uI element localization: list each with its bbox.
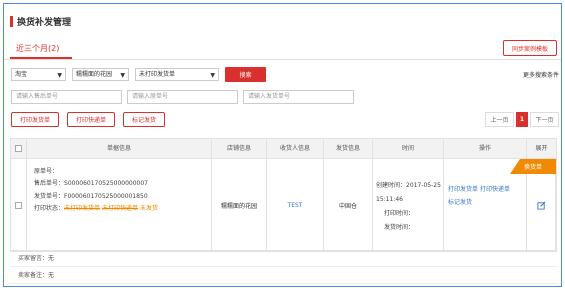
header-receiver-info: 收货人信息: [267, 139, 324, 159]
row-print-ship-link[interactable]: 打印发货单: [448, 186, 478, 193]
row-mark-shipped-link[interactable]: 标记发货: [448, 199, 472, 206]
next-page-button[interactable]: 下一页: [530, 112, 559, 127]
ship-time-line: 发货时间：: [376, 221, 443, 235]
op-line-2: 标记发货: [448, 196, 526, 209]
chevron-down-icon: ▼: [210, 72, 215, 79]
page-title: 换货补发管理: [17, 17, 72, 28]
row-select-cell: [11, 159, 27, 251]
prev-page-button[interactable]: 上一页: [485, 112, 514, 127]
ship-time-label: 发货时间：: [384, 224, 415, 231]
row-checkbox[interactable]: [15, 201, 22, 209]
header-expand: 展开: [535, 145, 548, 152]
platform-select-value: 淘宝: [15, 71, 28, 78]
print-status-label: 打印状态：: [34, 204, 65, 212]
header-ship-info: 发货信息: [324, 139, 373, 159]
print-time-line: 打印时间：: [376, 207, 443, 221]
print-express-button[interactable]: 打印快递单: [67, 112, 115, 127]
ship-no-value: F000060170525000001850: [64, 192, 148, 200]
ship-info-cell: 中国仓: [324, 159, 373, 251]
seller-remark: 卖家备注：无: [10, 267, 557, 284]
buyer-message-value: 无: [48, 255, 55, 262]
status-select-value: 未打印发货单: [139, 71, 176, 78]
after-sale-no-label: 售后单号：: [34, 180, 65, 188]
after-sale-no-value: S000060170525000000007: [64, 180, 148, 188]
search-button[interactable]: 搜索: [225, 67, 266, 82]
header-order-info: 单据信息: [27, 139, 212, 159]
ship-no-line: 发货单号：F000060170525000001850: [34, 191, 211, 203]
title-accent: [10, 15, 13, 27]
after-sale-no-input[interactable]: 请输入售后单号: [11, 90, 122, 104]
print-ship-order-button[interactable]: 打印发货单: [11, 112, 59, 127]
receiver-cell: TEST: [267, 159, 324, 251]
buyer-message-label: 买家留言：: [18, 255, 49, 262]
sync-template-button[interactable]: 同步案例模板: [503, 40, 557, 56]
chevron-down-icon: ▼: [57, 72, 62, 79]
tabs-row: 近三个月(2) 同步案例模板: [4, 34, 561, 60]
print-status-line: 打印状态：未打印发货单 未打印快递单 未发货: [34, 203, 211, 215]
current-page[interactable]: 1: [516, 112, 528, 127]
shop-select-value: 糯糯面的花园: [76, 71, 113, 78]
row-print-express-link[interactable]: 打印快递单: [480, 186, 510, 193]
tab-recent-three-months[interactable]: 近三个月(2): [10, 38, 72, 59]
original-no-input[interactable]: 请输入原单号: [127, 90, 238, 104]
header-time: 时间: [373, 139, 444, 159]
status-tag-unprinted-ship: 未打印发货单: [64, 204, 101, 212]
seller-remark-value: 无: [48, 272, 55, 279]
notes-section: 买家留言：无 卖家备注：无: [10, 250, 557, 284]
time-cell: 创建时间：2017-05-25 15:11:46 打印时间： 发货时间：: [373, 159, 444, 251]
edit-icon[interactable]: [536, 201, 546, 210]
chevron-down-icon: ▼: [120, 72, 125, 79]
order-info-cell: 原单号： 售后单号：S000060170525000000007 发货单号：F0…: [27, 159, 212, 251]
original-no-label: 原单号：: [34, 168, 59, 175]
header-select-cell: [11, 139, 27, 159]
actions-row: 打印发货单 打印快递单 标记发货 上一页 1 下一页: [11, 112, 559, 127]
buyer-message: 买家留言：无: [10, 250, 557, 267]
print-time-label: 打印时间：: [384, 210, 415, 217]
status-tag-unprinted-express: 未打印快递单: [102, 204, 139, 212]
receiver-link[interactable]: TEST: [288, 202, 303, 209]
more-search-conditions-link[interactable]: 更多搜索条件: [523, 70, 559, 79]
seller-remark-label: 卖家备注：: [18, 272, 49, 279]
orders-table: 单据信息 店铺信息 收货人信息 发货信息 时间 操作 展开 原单号： 售后单号：…: [10, 138, 557, 252]
main-frame: 换货补发管理 近三个月(2) 同步案例模板 淘宝 ▼ 糯糯面的花园 ▼ 未打印发…: [3, 3, 562, 287]
original-no-line: 原单号：: [34, 166, 211, 178]
op-line-1: 打印发货单 打印快递单: [448, 183, 526, 196]
after-sale-no-line: 售后单号：S000060170525000000007: [34, 178, 211, 190]
created-time-label: 创建时间：: [376, 182, 407, 189]
table-header: 单据信息 店铺信息 收货人信息 发货信息 时间 操作 展开: [11, 139, 556, 159]
page-header: 换货补发管理: [10, 15, 72, 28]
mark-shipped-button[interactable]: 标记发货: [123, 112, 165, 127]
header-shop-info: 店铺信息: [212, 139, 267, 159]
ship-no-input[interactable]: 请输入发货单号: [243, 90, 354, 104]
filters-row: 淘宝 ▼ 糯糯面的花园 ▼ 未打印发货单 ▼ 搜索 更多搜索条件: [11, 67, 559, 82]
table-row: 原单号： 售后单号：S000060170525000000007 发货单号：F0…: [11, 159, 556, 251]
shop-select[interactable]: 糯糯面的花园 ▼: [72, 68, 129, 81]
status-select[interactable]: 未打印发货单 ▼: [135, 68, 219, 81]
header-operation: 操作: [444, 139, 527, 159]
warehouse-name: 中国仓: [338, 202, 357, 210]
shop-cell: 糯糯面的花园: [212, 159, 267, 251]
created-time-line: 创建时间：2017-05-25 15:11:46: [376, 179, 443, 207]
status-tag-unshipped: 未发货: [140, 204, 159, 212]
ship-no-label: 发货单号：: [34, 192, 65, 200]
select-all-checkbox[interactable]: [15, 145, 22, 152]
shop-name: 糯糯面的花园: [220, 202, 257, 210]
platform-select[interactable]: 淘宝 ▼: [11, 68, 66, 81]
